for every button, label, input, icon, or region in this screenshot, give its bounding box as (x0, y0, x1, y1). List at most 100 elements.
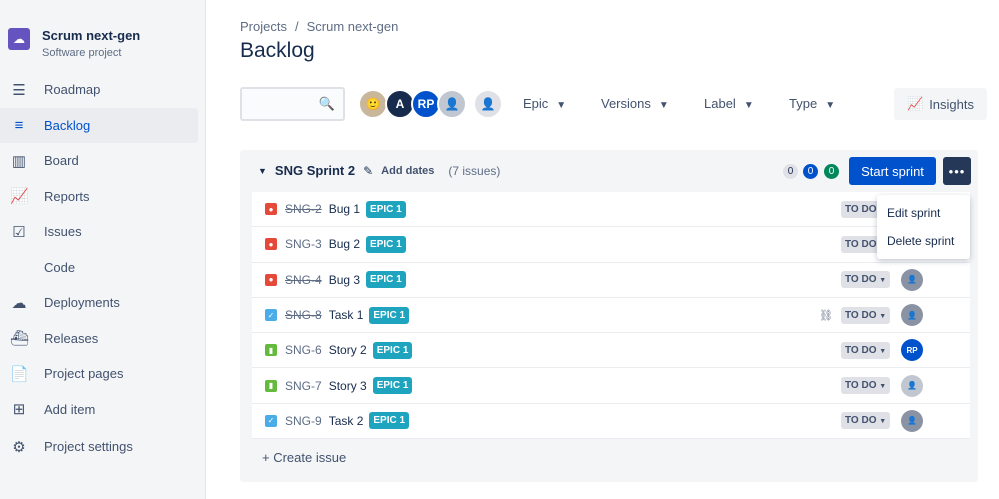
filter-epic[interactable]: Epic ▼ (523, 96, 566, 111)
sidebar-item-backlog[interactable]: ≡ Backlog (0, 107, 198, 143)
issue-summary: Bug 3 (328, 272, 361, 287)
sidebar: ☁ Scrum next-gen Software project ☰ Roadm… (0, 0, 206, 499)
filter-epic-label: Epic (523, 96, 549, 111)
sidebar-item-label: Project pages (44, 366, 124, 382)
issue-key[interactable]: SNG-2 (285, 202, 322, 216)
chevron-down-icon: ▼ (879, 418, 887, 426)
insights-label: Insights (929, 96, 974, 112)
sidebar-item-project-pages[interactable]: 📄 Project pages (0, 356, 198, 392)
page-title: Backlog (240, 39, 315, 62)
issue-summary: Bug 1 (328, 202, 361, 217)
chevron-down-icon: ▼ (879, 383, 887, 391)
sidebar-item-label: Reports (44, 188, 90, 204)
breadcrumb-projects[interactable]: Projects (240, 19, 287, 34)
sidebar-item-roadmap[interactable]: ☰ Roadmap (0, 72, 198, 108)
avatar-user-1[interactable]: 🙂 (358, 89, 388, 119)
issue-summary: Task 2 (328, 413, 364, 428)
gear-icon: ⚙ (12, 438, 26, 456)
deployments-icon: ☁ (11, 294, 27, 312)
status-label: TO DO (845, 380, 877, 392)
avatar-unassigned[interactable]: 👤 (437, 89, 467, 119)
issue-key[interactable]: SNG-3 (285, 237, 322, 251)
breadcrumb-project[interactable]: Scrum next-gen (307, 19, 399, 34)
sidebar-item-code[interactable]: Code (0, 250, 198, 286)
sidebar-item-issues[interactable]: ☑ Issues (0, 214, 198, 250)
sidebar-item-deployments[interactable]: ☁ Deployments (0, 285, 198, 321)
bug-icon: ● (265, 238, 277, 251)
issue-row[interactable]: ✓ SNG-8 Task 1 EPIC 1 ⛓ TO DO ▼ 👤 (252, 298, 970, 334)
status-label: TO DO (845, 344, 877, 356)
epic-badge: EPIC 1 (372, 377, 413, 395)
issue-row[interactable]: ● SNG-3 Bug 2 EPIC 1 TO DO ▼ (252, 227, 970, 263)
issue-key[interactable]: SNG-6 (285, 343, 322, 357)
issue-key[interactable]: SNG-8 (285, 308, 322, 322)
status-dropdown[interactable]: TO DO ▼ (841, 306, 891, 324)
epic-badge: EPIC 1 (369, 412, 410, 430)
sidebar-item-label: Add item (44, 401, 96, 417)
project-name: Scrum next-gen (42, 28, 141, 43)
sidebar-item-releases[interactable]: ⛴ Releases (0, 321, 198, 357)
menu-item-edit-sprint[interactable]: Edit sprint (877, 199, 970, 227)
add-dates-button[interactable]: Add dates (381, 165, 434, 177)
epic-badge: EPIC 1 (366, 200, 406, 218)
issue-row[interactable]: ✓ SNG-9 Task 2 EPIC 1 TO DO ▼ 👤 (252, 404, 970, 440)
chevron-down-icon: ▼ (658, 100, 669, 111)
status-dropdown[interactable]: TO DO ▼ (841, 271, 891, 289)
status-dropdown[interactable]: TO DO ▼ (841, 377, 891, 395)
roadmap-icon: ☰ (12, 81, 26, 99)
chevron-down-icon: ▼ (556, 100, 567, 111)
issue-row[interactable]: ▮ SNG-6 Story 2 EPIC 1 TO DO ▼ RP (252, 333, 970, 369)
status-dropdown[interactable]: TO DO ▼ (841, 341, 891, 359)
create-issue-button[interactable]: + Create issue (262, 450, 346, 465)
unassigned-avatar-icon[interactable]: 👤 (901, 268, 923, 291)
issue-summary: Story 3 (328, 378, 367, 393)
issue-row[interactable]: ▮ SNG-7 Story 3 EPIC 1 TO DO ▼ 👤 (252, 368, 970, 404)
sidebar-item-label: Code (44, 259, 76, 275)
epic-badge: EPIC 1 (366, 271, 406, 289)
badge-inprogress: 0 (803, 164, 818, 179)
filter-label[interactable]: Label ▼ (704, 96, 754, 111)
menu-item-delete-sprint[interactable]: Delete sprint (877, 227, 970, 255)
sidebar-item-board[interactable]: ▥ Board (0, 143, 198, 179)
sidebar-item-add-item[interactable]: ⊞ Add item (0, 392, 198, 428)
sidebar-item-label: Roadmap (44, 82, 101, 98)
sprint-actions-menu: Edit sprint Delete sprint (877, 195, 970, 259)
more-actions-button[interactable]: ••• (943, 157, 971, 185)
unassigned-avatar-icon[interactable]: 👤 (901, 374, 923, 397)
sprint-header: ▼ SNG Sprint 2 ✎ Add dates (7 issues) (258, 163, 500, 178)
sprint-name: SNG Sprint 2 (274, 163, 356, 178)
status-label: TO DO (845, 274, 877, 286)
sidebar-item-reports[interactable]: 📈 Reports (0, 179, 198, 215)
filter-versions-label: Versions (601, 96, 651, 111)
issue-row[interactable]: ● SNG-4 Bug 3 EPIC 1 TO DO ▼ 👤 (252, 263, 970, 298)
issue-key[interactable]: SNG-4 (285, 273, 322, 287)
filter-versions[interactable]: Versions ▼ (601, 96, 669, 111)
unassigned-avatar-icon[interactable]: 👤 (901, 304, 923, 327)
issue-row[interactable]: ● SNG-2 Bug 1 EPIC 1 TO DO ▼ (252, 192, 970, 228)
search-input[interactable]: 🔍 (240, 87, 345, 121)
status-dropdown[interactable]: TO DO ▼ (841, 412, 891, 430)
sidebar-nav: ☰ Roadmap ≡ Backlog ▥ Board 📈 Reports ☑ Issues Cod… (0, 72, 198, 465)
insights-button[interactable]: 📈 Insights (894, 88, 987, 120)
chevron-down-icon[interactable]: ▼ (258, 166, 267, 176)
bug-icon: ● (265, 273, 277, 286)
project-header[interactable]: ☁ Scrum next-gen Software project (8, 28, 140, 59)
project-logo-icon: ☁ (8, 28, 30, 50)
issue-key[interactable]: SNG-7 (285, 379, 322, 393)
chevron-down-icon: ▼ (825, 100, 836, 111)
issue-summary: Task 1 (328, 308, 364, 323)
status-label: TO DO (845, 415, 877, 427)
start-sprint-button[interactable]: Start sprint (849, 157, 936, 185)
add-people-button[interactable]: 👤 (473, 89, 503, 119)
assignee-avatar[interactable]: RP (901, 339, 923, 362)
breadcrumb: Projects / Scrum next-gen (240, 19, 406, 34)
filter-label-label: Label (704, 96, 736, 111)
task-icon: ✓ (265, 309, 277, 322)
pages-icon: 📄 (10, 365, 29, 383)
issue-key[interactable]: SNG-9 (285, 414, 322, 428)
sidebar-item-project-settings[interactable]: ⚙ Project settings (0, 429, 198, 465)
issue-summary: Story 2 (328, 343, 367, 358)
issue-summary: Bug 2 (328, 237, 361, 252)
unassigned-avatar-icon[interactable]: 👤 (901, 409, 923, 432)
filter-type[interactable]: Type ▼ (789, 96, 835, 111)
